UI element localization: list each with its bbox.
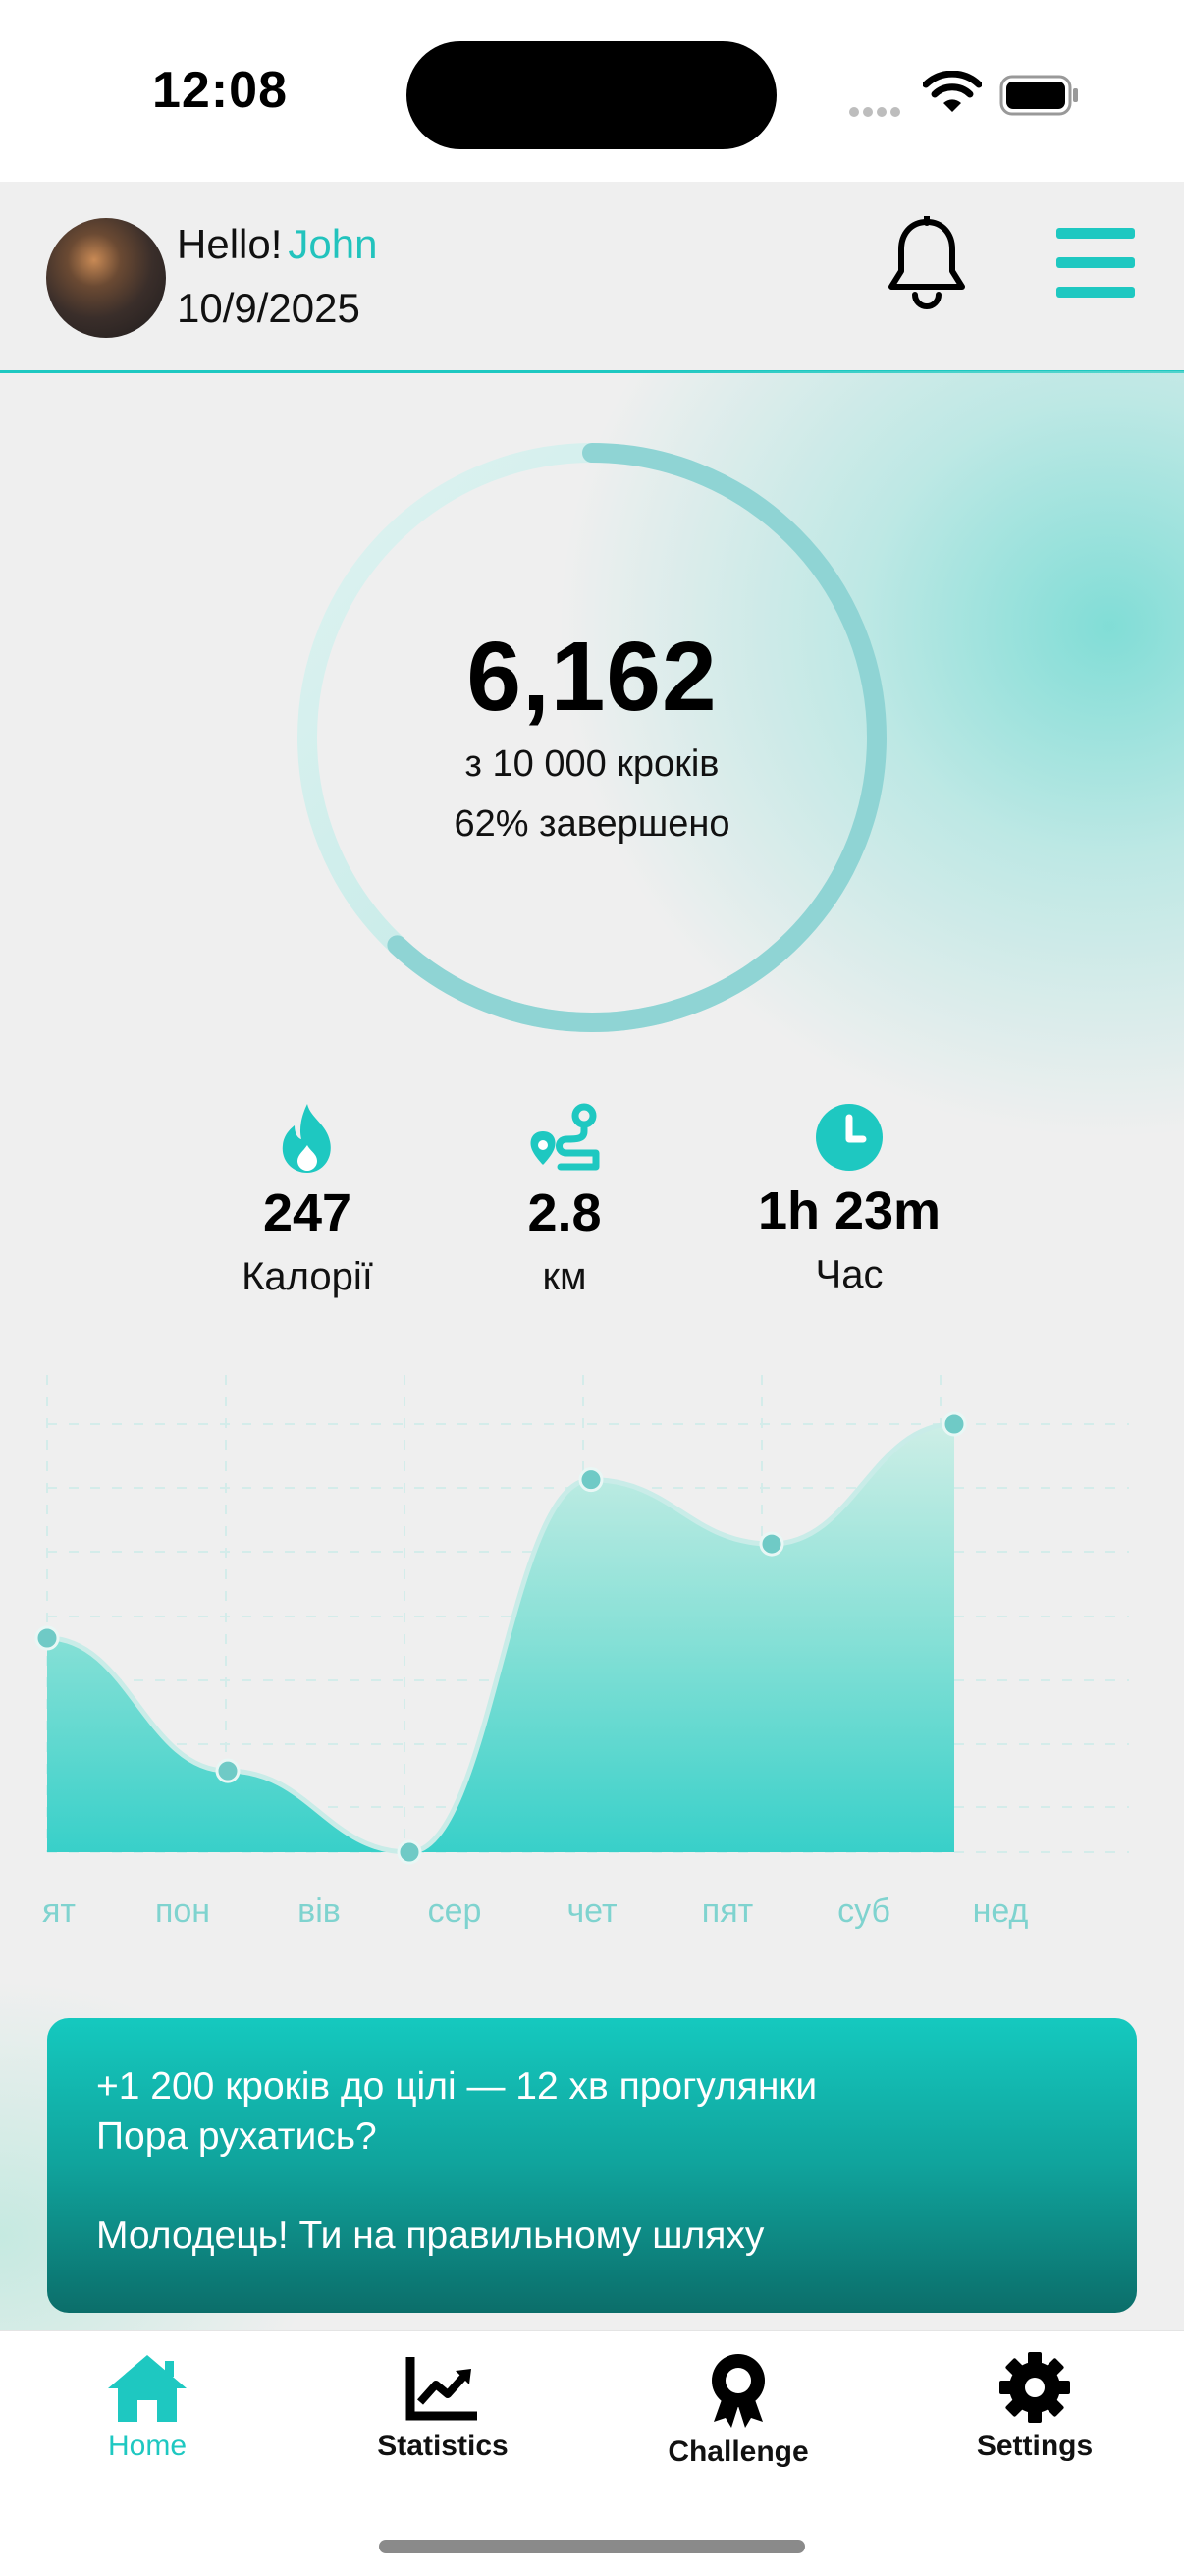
day-label: нед [973, 1892, 1029, 1930]
battery-icon [999, 75, 1078, 116]
calories-value: 247 [262, 1183, 352, 1242]
nav-statistics[interactable]: Statistics [345, 2351, 541, 2463]
time-label: Час [815, 1253, 884, 1296]
nav-challenge[interactable]: Challenge [640, 2351, 836, 2469]
day-label: сер [428, 1892, 482, 1930]
current-date: 10/9/2025 [177, 285, 360, 331]
award-icon [712, 2354, 765, 2428]
day-label: суб [837, 1892, 890, 1930]
user-name: John [288, 221, 378, 267]
app-header: Hello! John 10/9/2025 [0, 182, 1184, 373]
calories-label: Калорії [242, 1255, 373, 1298]
home-indicator [379, 2540, 805, 2553]
chart-point[interactable] [759, 1531, 784, 1557]
steps-count: 6,162 [466, 622, 718, 732]
metric-calories: 247 Калорії [209, 1102, 405, 1299]
steps-progress-ring [297, 443, 887, 1032]
chart-point[interactable] [34, 1625, 60, 1651]
day-label: ят [42, 1892, 76, 1930]
greeting-text: Hello! [177, 221, 283, 267]
chart-point[interactable] [397, 1839, 422, 1865]
nav-home[interactable]: Home [49, 2351, 245, 2463]
wifi-icon [923, 71, 982, 112]
avatar[interactable] [46, 218, 166, 338]
chart-point[interactable] [942, 1411, 967, 1437]
day-label: вів [297, 1892, 341, 1930]
route-icon [530, 1103, 600, 1171]
flame-icon [282, 1104, 331, 1173]
day-label: чет [566, 1892, 617, 1930]
nav-settings[interactable]: Settings [937, 2351, 1133, 2463]
status-bar: 12:08 [0, 0, 1184, 182]
distance-value: 2.8 [527, 1183, 602, 1242]
motivation-line-3: Молодець! Ти на правильному шляху [96, 2215, 765, 2257]
weekly-steps-chart: ят пон вів сер чет пят суб нед [34, 1375, 1129, 1930]
chart-point[interactable] [578, 1467, 604, 1493]
status-time: 12:08 [152, 62, 288, 119]
steps-goal: з 10 000 кроків [464, 743, 720, 785]
gear-icon [999, 2352, 1070, 2423]
time-value: 1h 23m [757, 1181, 942, 1240]
dynamic-island [406, 41, 777, 149]
day-label: пят [702, 1892, 753, 1930]
metric-time: 1h 23m Час [722, 1102, 977, 1297]
nav-challenge-label: Challenge [668, 2436, 809, 2468]
bell-icon[interactable] [884, 216, 970, 314]
cellular-icon [849, 104, 904, 122]
steps-percent: 62% завершено [454, 803, 730, 845]
greeting: Hello! John [177, 221, 377, 268]
motivation-line-1: +1 200 кроків до цілі — 12 хв прогулянки [96, 2065, 818, 2108]
clock-icon [816, 1104, 883, 1171]
chart-icon [405, 2357, 477, 2421]
nav-home-label: Home [107, 2430, 188, 2462]
home-icon [108, 2355, 187, 2422]
day-label: пон [155, 1892, 210, 1930]
nav-settings-label: Settings [976, 2430, 1094, 2462]
motivation-card[interactable]: +1 200 кроків до цілі — 12 хв прогулянки… [47, 2018, 1137, 2313]
nav-statistics-label: Statistics [377, 2430, 509, 2462]
motivation-line-2: Пора рухатись? [96, 2115, 377, 2158]
chart-point[interactable] [215, 1758, 241, 1783]
menu-icon[interactable] [1056, 228, 1135, 316]
metric-distance: 2.8 км [466, 1102, 663, 1299]
distance-label: км [542, 1255, 587, 1298]
